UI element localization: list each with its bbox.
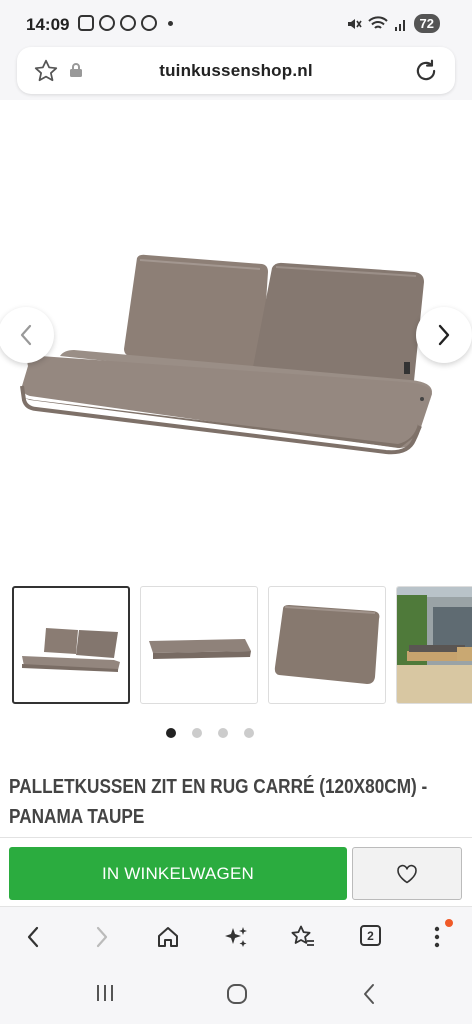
status-notification-icons: [78, 15, 173, 31]
home-icon: [158, 927, 178, 947]
product-title-line-2: PANAMA TAUPE: [9, 806, 145, 828]
chevron-left-icon: [20, 324, 32, 346]
wishlist-button[interactable]: [352, 847, 462, 900]
add-to-cart-button[interactable]: IN WINKELWAGEN: [9, 847, 347, 900]
address-bar-area: tuinkussenshop.nl: [0, 40, 472, 100]
back-chevron-icon: [364, 984, 374, 1004]
divider: [0, 837, 472, 838]
back-button[interactable]: [17, 921, 49, 953]
product-image-gallery[interactable]: [0, 100, 472, 575]
status-time: 14:09: [26, 15, 70, 34]
more-notifications-icon: [168, 20, 173, 26]
chevron-left-icon: [27, 926, 39, 948]
ai-assistant-button[interactable]: [220, 921, 252, 953]
forward-button[interactable]: [86, 921, 118, 953]
pagination-dot[interactable]: [218, 728, 228, 738]
star-list-icon: [291, 925, 314, 946]
thumbnail-back-cushion[interactable]: [268, 586, 386, 704]
thumbnail-seat-cushion[interactable]: [140, 586, 258, 704]
notification-dot: [445, 919, 453, 927]
url-text[interactable]: tuinkussenshop.nl: [17, 61, 455, 81]
sparkle-icon: [225, 927, 247, 947]
home-nav-button[interactable]: [225, 982, 249, 1011]
whatsapp-icon: [141, 15, 157, 31]
back-nav-button[interactable]: [360, 982, 378, 1011]
status-system-icons: 72: [346, 14, 440, 33]
home-button[interactable]: [152, 921, 184, 953]
wifi-icon: [367, 15, 388, 29]
reload-icon[interactable]: [413, 58, 439, 89]
signal-icon: [394, 19, 405, 31]
next-image-button[interactable]: [416, 307, 472, 363]
menu-button[interactable]: [421, 919, 453, 953]
pagination-dot[interactable]: [244, 728, 254, 738]
recents-icon: [97, 985, 113, 1001]
tab-count: 2: [360, 925, 381, 946]
pinterest-icon: [120, 15, 136, 31]
pagination-dot[interactable]: [192, 728, 202, 738]
chevron-right-icon: [96, 926, 108, 948]
product-image: [20, 254, 432, 455]
screenshot-icon: [78, 15, 94, 31]
gallery-pagination[interactable]: [0, 728, 446, 738]
previous-image-button[interactable]: [0, 307, 54, 363]
thumbnail-patio-scene[interactable]: [396, 586, 472, 704]
chevron-right-icon: [438, 324, 450, 346]
mute-icon: [347, 18, 362, 29]
bookmarks-button[interactable]: [287, 921, 319, 953]
battery-indicator: 72: [413, 14, 440, 33]
data-icon: [99, 15, 115, 31]
product-title-line-1: PALLETKUSSEN ZIT EN RUG CARRÉ (120X80CM)…: [9, 776, 428, 798]
thumbnail-strip[interactable]: [0, 586, 472, 706]
more-vertical-icon: [434, 926, 440, 948]
product-title: PALLETKUSSEN ZIT EN RUG CARRÉ (120X80CM)…: [9, 772, 456, 832]
home-circle-icon: [227, 984, 247, 1004]
thumbnail-seat-and-back-cushions[interactable]: [12, 586, 130, 704]
recent-apps-button[interactable]: [94, 982, 116, 1009]
system-navigation-bar: [0, 968, 472, 1024]
tabs-button[interactable]: 2: [354, 921, 386, 953]
browser-toolbar: 2: [0, 906, 472, 968]
heart-icon: [397, 864, 417, 883]
pagination-dot[interactable]: [166, 728, 176, 738]
address-bar[interactable]: tuinkussenshop.nl: [17, 47, 455, 94]
